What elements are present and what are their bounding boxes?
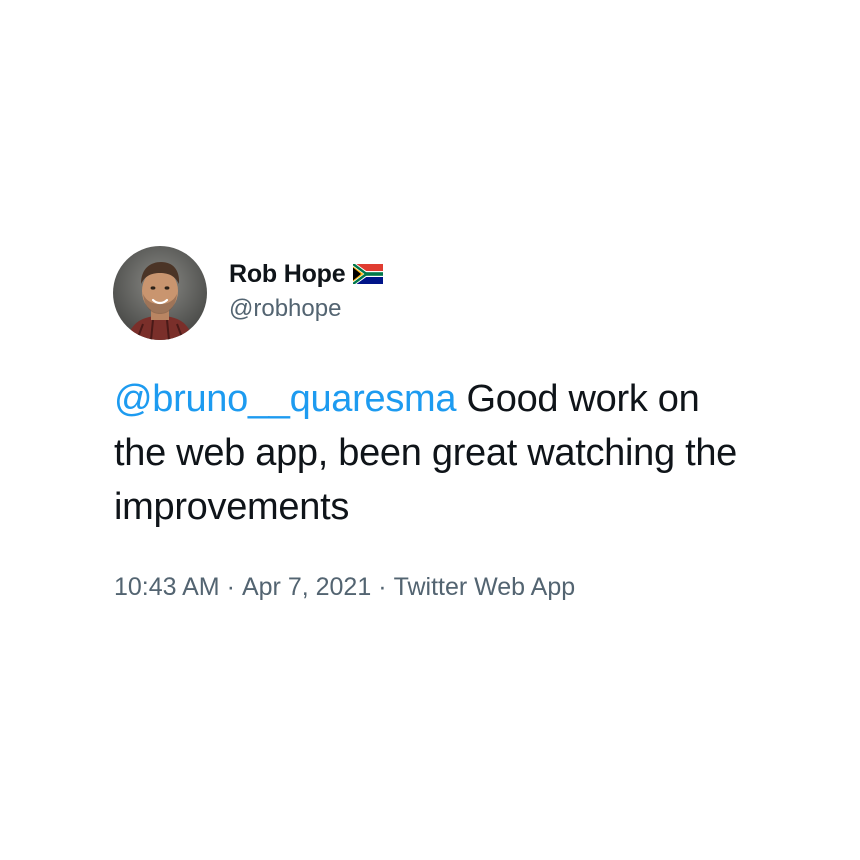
author-handle[interactable]: @robhope: [229, 295, 341, 323]
tweet-text: @bruno__quaresma Good work on the web ap…: [114, 372, 754, 534]
meta-separator: ·: [226, 573, 235, 601]
avatar[interactable]: [113, 246, 207, 340]
tweet-card: Rob Hope @robhope @bruno__quaresma Good …: [0, 0, 860, 860]
tweet-source: Twitter Web App: [393, 573, 576, 601]
author-name-row[interactable]: Rob Hope: [229, 257, 384, 291]
author-display-name[interactable]: Rob Hope: [229, 260, 346, 289]
tweet-date[interactable]: Apr 7, 2021: [242, 573, 371, 602]
south-africa-flag-icon: [352, 262, 384, 286]
mention-link[interactable]: @bruno__quaresma: [114, 378, 457, 420]
tweet-meta: 10:43 AM · Apr 7, 2021 · Twitter Web App: [114, 573, 575, 602]
meta-separator: ·: [378, 573, 387, 601]
avatar-photo-icon: [113, 246, 207, 340]
tweet-time[interactable]: 10:43 AM: [114, 573, 220, 602]
